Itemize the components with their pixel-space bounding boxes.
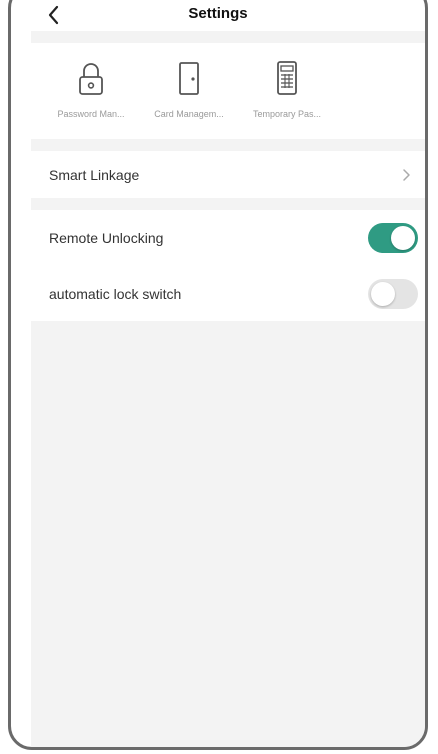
quick-action-password[interactable]: Password Man... <box>41 59 141 129</box>
quick-action-label: Card Managem... <box>154 109 224 119</box>
smart-linkage-label: Smart Linkage <box>49 166 140 183</box>
remote-unlocking-toggle[interactable] <box>368 223 418 253</box>
quick-action-card[interactable]: Card Managem... <box>139 59 239 129</box>
smart-linkage-row[interactable]: Smart Linkage <box>31 151 425 198</box>
remote-unlocking-row: Remote Unlocking <box>31 210 425 266</box>
automatic-lock-label: automatic lock switch <box>49 285 182 302</box>
automatic-lock-row: automatic lock switch <box>31 266 425 321</box>
quick-action-label: Password Man... <box>57 109 125 119</box>
quick-action-temporary[interactable]: Temporary Pas... <box>237 59 337 129</box>
empty-content-area <box>31 321 425 747</box>
phone-frame: Settings Password Man... Card Managem... <box>8 0 428 750</box>
section-divider <box>31 139 425 151</box>
section-divider <box>31 31 425 43</box>
keypad-icon <box>277 61 297 95</box>
toggle-knob <box>371 281 395 306</box>
toggle-knob <box>391 226 415 250</box>
quick-actions: Password Man... Card Managem... Temporar… <box>31 43 425 139</box>
door-icon <box>179 62 199 95</box>
page-title: Settings <box>188 5 248 22</box>
remote-unlocking-label: Remote Unlocking <box>49 230 164 246</box>
lock-icon <box>79 63 103 95</box>
quick-action-label: Temporary Pas... <box>252 109 322 119</box>
chevron-right-icon <box>403 168 410 181</box>
top-bar: Settings <box>11 3 425 31</box>
section-divider <box>31 198 425 210</box>
automatic-lock-toggle[interactable] <box>368 278 418 309</box>
